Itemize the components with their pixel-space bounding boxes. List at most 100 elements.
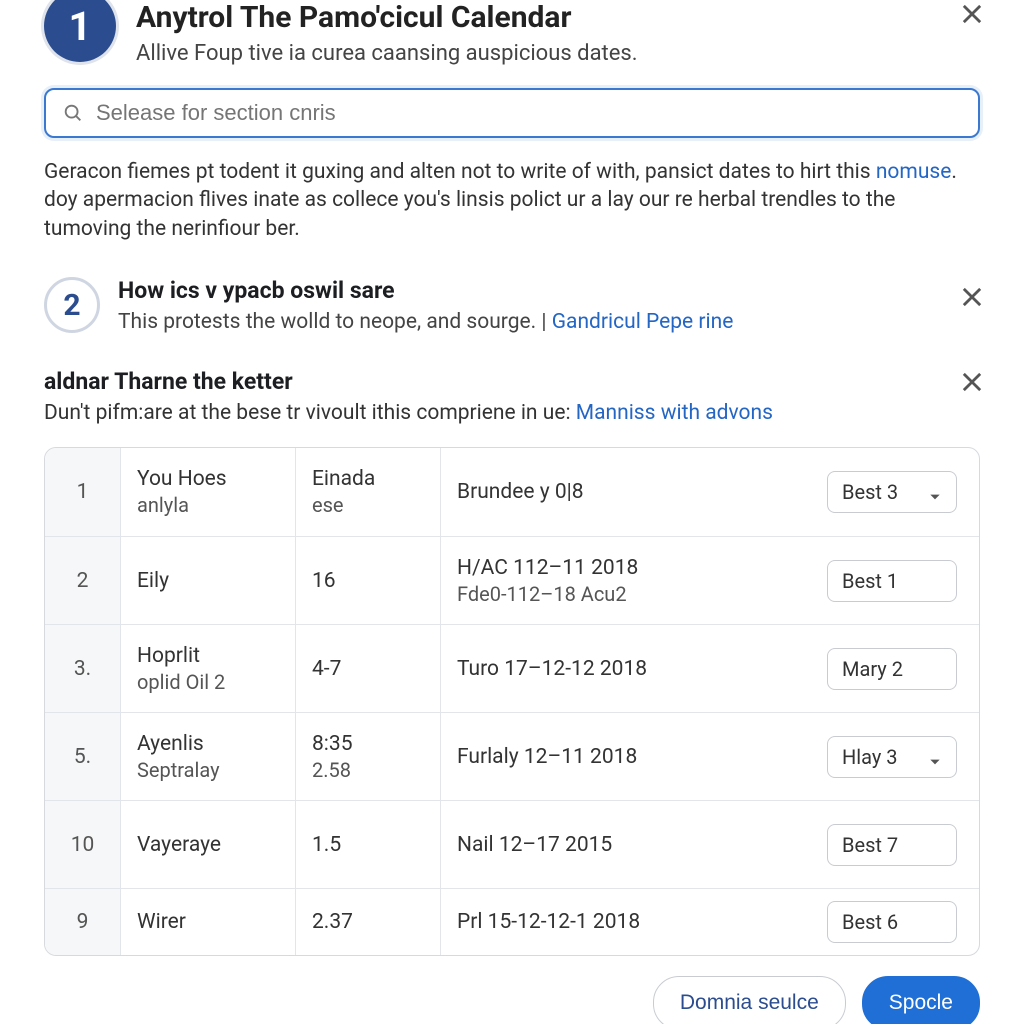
cell-a: Vayeraye [121,801,296,888]
cell-a-line1: Vayeraye [137,833,279,857]
search-field[interactable] [44,88,980,138]
header-text: Anytrol The Pamo'cicul Calendar Allive F… [136,0,980,66]
select-label: Best 3 [842,480,898,504]
primary-button[interactable]: Spocle [862,976,980,1024]
cell-b-line2: 2.58 [312,758,424,782]
cell-a-line2: Septralay [137,758,279,782]
cell-b-line1: 16 [312,569,424,593]
step-2-title: How ics v ypacb oswil sare [118,277,733,304]
cell-b-line1: 2.37 [312,910,424,934]
table-row: 2 Eily 16 H/AC 112–11 2018 Fde0-112–18 A… [45,536,979,624]
cell-c-line1: Furlaly 12–11 2018 [457,745,788,769]
cell-d: Best 6 [804,889,979,955]
section-3-subtitle: Dun't pifm:are at the bese tr vivoult it… [44,401,980,425]
cell-a-line2: anlyla [137,493,279,517]
row-index: 3. [45,625,121,712]
step-2-link[interactable]: Gandricul Pepe rine [552,310,734,334]
search-input[interactable] [96,100,962,126]
row-index: 9 [45,889,121,955]
select-label: Best 6 [842,910,898,934]
step-2-text: How ics v ypacb oswil sare This protests… [118,277,733,334]
cell-c-line1: Turo 17–12-12 2018 [457,657,788,681]
cell-a: Wirer [121,889,296,955]
chevron-down-icon [928,485,942,499]
row-select[interactable]: Hlay 3 [827,736,957,778]
page-subtitle: Allive Foup tive ia curea caansing auspi… [136,41,980,66]
section-3-link[interactable]: Manniss with advons [576,401,773,425]
cell-a: Eily [121,537,296,624]
cell-d: Mary 2 [804,625,979,712]
cell-c: Brundee y 0|8 [441,448,804,536]
cell-b-line1: 1.5 [312,833,424,857]
section-3-title: aldnar Tharne the ketter [44,368,980,395]
table-row: 9 Wirer 2.37 Prl 15-12-12-1 2018 Best 6 [45,888,979,955]
close-icon[interactable] [958,0,986,28]
cell-c: Nail 12–17 2015 [441,801,804,888]
cell-b: 16 [296,537,441,624]
step-2-subtitle: This protests the wolld to neope, and so… [118,310,733,334]
cell-a: Hoprlit oplid Oil 2 [121,625,296,712]
select-label: Best 7 [842,833,898,857]
table-row: 3. Hoprlit oplid Oil 2 4-7 Turo 17–12-12… [45,624,979,712]
cell-d: Best 3 [804,448,979,536]
cell-a-line1: You Hoes [137,467,279,491]
page-title: Anytrol The Pamo'cicul Calendar [136,0,980,35]
cell-d: Hlay 3 [804,713,979,800]
row-select[interactable]: Best 7 [827,824,957,866]
secondary-button[interactable]: Domnia seulce [653,976,846,1024]
chevron-down-icon [928,750,942,764]
close-icon[interactable] [958,368,986,396]
footer-actions: Domnia seulce Spocle [653,976,980,1024]
cell-b-line2: ese [312,493,424,517]
step-2-badge: 2 [44,277,100,333]
step-2-block: 2 How ics v ypacb oswil sare This protes… [44,277,980,334]
intro-text-1: Geracon fiemes pt todent it guxing and a… [44,160,876,184]
table-row: 10 Vayeraye 1.5 Nail 12–17 2015 Best 7 [45,800,979,888]
row-select[interactable]: Best 1 [827,560,957,602]
cell-b-line1: Einada [312,467,424,491]
cell-b: 1.5 [296,801,441,888]
cell-b-line1: 8:35 [312,732,424,756]
step-1-badge: 1 [44,0,116,62]
intro-paragraph: Geracon fiemes pt todent it guxing and a… [44,158,980,243]
row-select[interactable]: Best 6 [827,901,957,943]
row-index: 1 [45,448,121,536]
intro-link[interactable]: nomuse [876,160,952,184]
cell-c-line1: Nail 12–17 2015 [457,833,788,857]
cell-c-line1: Prl 15-12-12-1 2018 [457,910,788,934]
cell-a-line1: Ayenlis [137,732,279,756]
row-select[interactable]: Mary 2 [827,648,957,690]
table-row: 5. Ayenlis Septralay 8:35 2.58 Furlaly 1… [45,712,979,800]
section-3: aldnar Tharne the ketter Dun't pifm:are … [44,368,980,425]
table-row: 1 You Hoes anlyla Einada ese Brundee y 0… [45,448,979,536]
cell-c-line1: H/AC 112–11 2018 [457,556,788,580]
row-index: 5. [45,713,121,800]
cell-c-line2: Fde0-112–18 Acu2 [457,582,788,606]
cell-b: 4-7 [296,625,441,712]
cell-a-line2: oplid Oil 2 [137,670,279,694]
select-label: Hlay 3 [842,745,898,769]
search-icon [62,102,84,124]
cell-d: Best 1 [804,537,979,624]
row-index: 10 [45,801,121,888]
cell-c: H/AC 112–11 2018 Fde0-112–18 Acu2 [441,537,804,624]
cell-c-line1: Brundee y 0|8 [457,480,788,504]
step-1-header: 1 Anytrol The Pamo'cicul Calendar Allive… [44,0,980,66]
row-select[interactable]: Best 3 [827,471,957,513]
cell-b-line1: 4-7 [312,657,424,681]
row-index: 2 [45,537,121,624]
cell-c: Turo 17–12-12 2018 [441,625,804,712]
cell-b: 8:35 2.58 [296,713,441,800]
cell-b: Einada ese [296,448,441,536]
section-3-sub-text: Dun't pifm:are at the bese tr vivoult it… [44,401,576,425]
data-table: 1 You Hoes anlyla Einada ese Brundee y 0… [44,447,980,956]
close-icon[interactable] [958,283,986,311]
cell-a-line1: Hoprlit [137,644,279,668]
select-label: Best 1 [842,569,898,593]
cell-a: You Hoes anlyla [121,448,296,536]
cell-b: 2.37 [296,889,441,955]
cell-d: Best 7 [804,801,979,888]
cell-a-line1: Wirer [137,910,279,934]
step-2-sub-text: This protests the wolld to neope, and so… [118,310,552,334]
cell-c: Prl 15-12-12-1 2018 [441,889,804,955]
